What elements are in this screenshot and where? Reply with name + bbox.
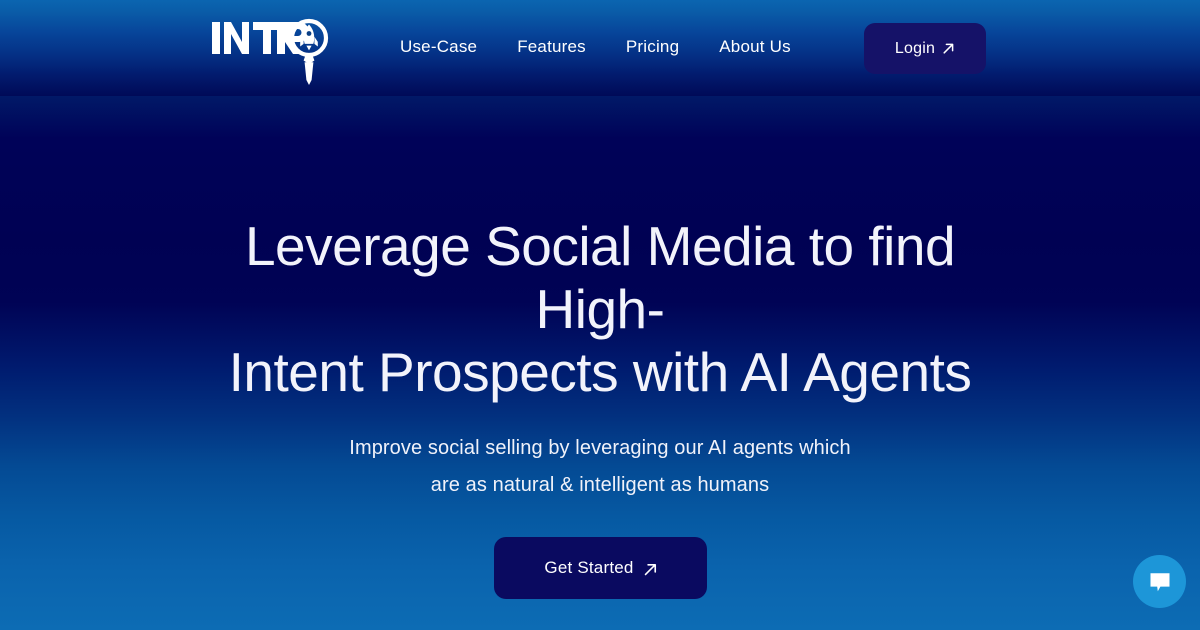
chat-widget-button[interactable] [1133,555,1186,608]
nav-item-pricing[interactable]: Pricing [606,33,699,61]
chat-bubble-icon [1150,572,1169,591]
hero-subheadline: Improve social selling by leveraging our… [240,430,960,504]
login-button-label: Login [894,39,936,57]
hero-cta-container: Get Started [493,537,707,599]
hero-headline: Leverage Social Media to find High- Inte… [180,215,1020,404]
brand-logo[interactable] [210,8,330,90]
hero-headline-line-2: Intent Prospects with AI Agents [228,341,972,403]
nav-item-about-us[interactable]: About Us [699,33,811,61]
nav-item-use-case[interactable]: Use-Case [380,33,497,61]
arrow-up-right-icon [643,562,656,575]
login-button[interactable]: Login [864,23,986,74]
hero-subheadline-line-1: Improve social selling by leveraging our… [349,437,851,459]
landing-page: Use-Case Features Pricing About Us Login… [0,0,1200,630]
get-started-button-label: Get Started [544,558,634,577]
main-navigation: Use-Case Features Pricing About Us [380,33,811,61]
hero-subheadline-line-2: are as natural & intelligent as humans [430,474,770,496]
hero-headline-line-1: Leverage Social Media to find High- [244,215,956,340]
nav-item-features[interactable]: Features [497,33,606,61]
get-started-button[interactable]: Get Started [493,537,707,599]
arrow-up-right-icon [942,42,955,55]
hero-section: Leverage Social Media to find High- Inte… [0,96,1200,630]
site-header: Use-Case Features Pricing About Us Login [0,0,1200,96]
rocket-in-circle-with-tie-icon [212,18,329,85]
